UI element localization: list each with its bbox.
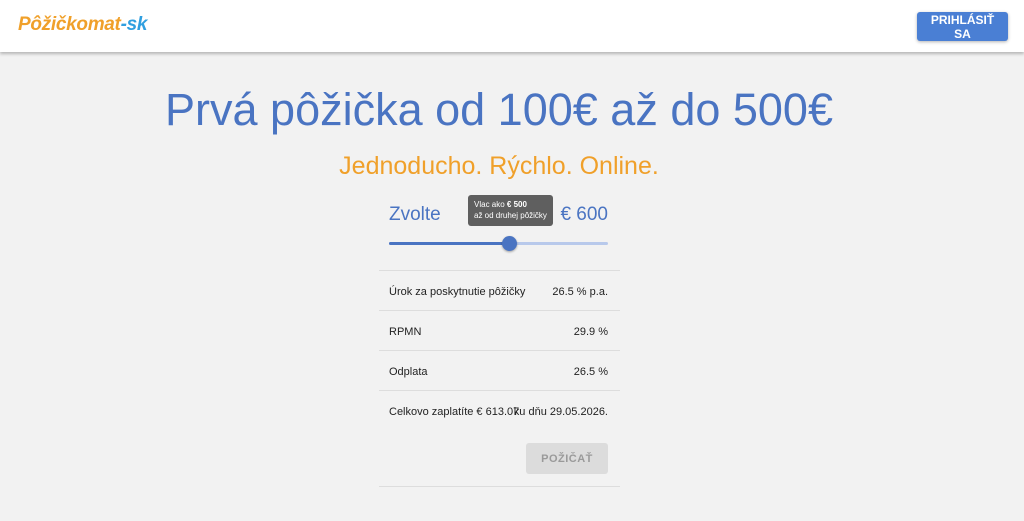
amount-label: Zvolte bbox=[389, 204, 441, 225]
page-title: Prvá pôžička od 100€ až do 500€ bbox=[165, 84, 833, 135]
tooltip-prefix: Vlac ako bbox=[474, 200, 507, 209]
loan-details: Úrok za poskytnutie pôžičky 26.5 % p.a. … bbox=[379, 270, 620, 487]
amount-slider[interactable] bbox=[389, 236, 608, 251]
page-subtitle: Jednoducho. Rýchlo. Online. bbox=[339, 152, 659, 180]
tooltip-highlight: € 500 bbox=[506, 200, 527, 209]
detail-row-rpmn: RPMN 29.9 % bbox=[379, 310, 620, 350]
logo-text-main: Pôžičkomat bbox=[18, 14, 121, 35]
detail-value: 26.5 % p.a. bbox=[552, 286, 608, 298]
tooltip-line1: Vlac ako € 500 bbox=[474, 199, 553, 210]
login-button[interactable]: PRIHLÁSIŤ SA bbox=[917, 12, 1008, 41]
detail-value: ku dňu 29.05.2026. bbox=[513, 406, 608, 418]
detail-row-interest: Úrok za poskytnutie pôžičky 26.5 % p.a. bbox=[379, 270, 620, 310]
slider-fill bbox=[389, 242, 510, 245]
tooltip-line2: až od druhej pôžičky bbox=[474, 211, 547, 220]
detail-row-total: Celkovo zaplatíte € 613.07 ku dňu 29.05.… bbox=[379, 390, 620, 487]
logo[interactable]: Pôžičkomat-sk bbox=[18, 14, 147, 36]
detail-label: Úrok za poskytnutie pôžičky bbox=[389, 286, 526, 298]
detail-label: Celkovo zaplatíte € 613.07 bbox=[389, 406, 520, 418]
detail-row-fee: Odplata 26.5 % bbox=[379, 350, 620, 390]
logo-text-suffix: -sk bbox=[120, 14, 148, 35]
slider-tooltip: Vlac ako € 500 až od druhej pôžičky bbox=[468, 195, 553, 226]
detail-label: Odplata bbox=[389, 366, 428, 378]
detail-value: 29.9 % bbox=[573, 326, 608, 338]
slider-handle[interactable] bbox=[502, 236, 518, 251]
borrow-button[interactable]: POŽIČAŤ bbox=[526, 443, 608, 474]
detail-label: RPMN bbox=[389, 326, 422, 338]
detail-value: 26.5 % bbox=[573, 366, 608, 378]
top-header: Pôžičkomat-sk PRIHLÁSIŤ SA bbox=[0, 0, 1024, 52]
